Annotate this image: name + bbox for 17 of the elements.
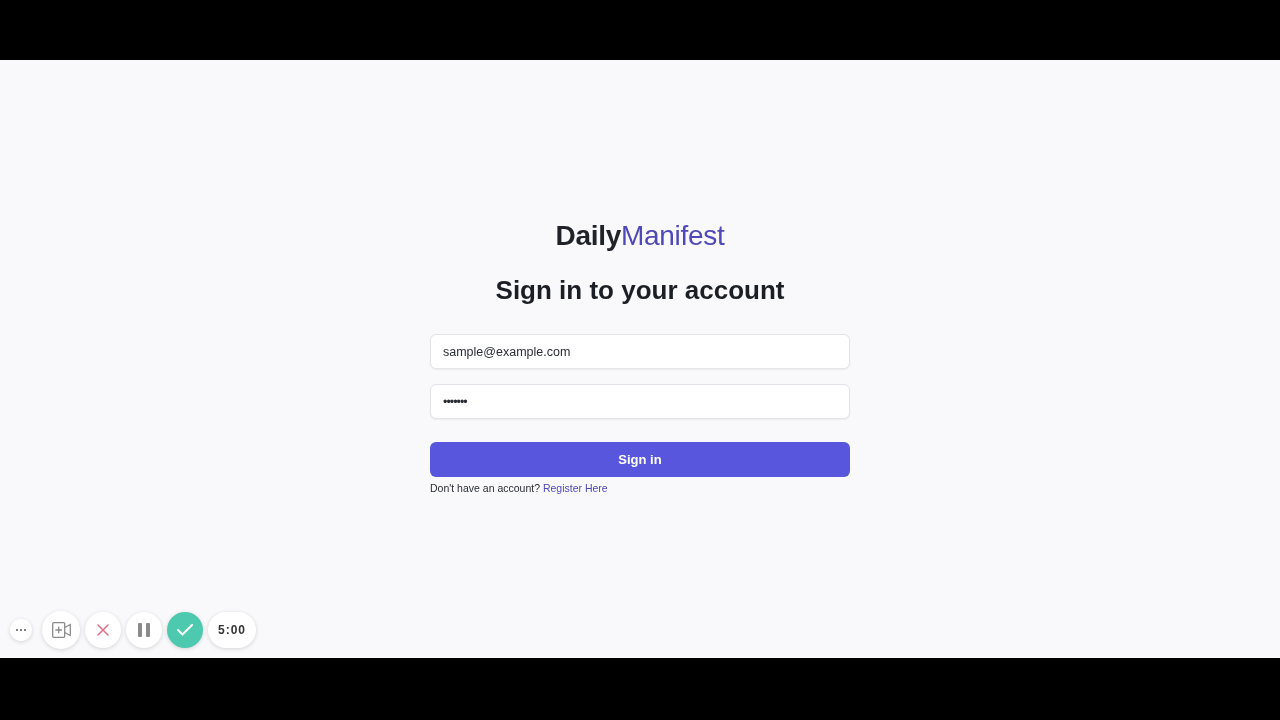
cancel-button[interactable] [85, 612, 121, 648]
sign-in-button[interactable]: Sign in [430, 442, 850, 477]
pause-button[interactable] [126, 612, 162, 648]
close-icon [97, 624, 109, 636]
register-link[interactable]: Register Here [542, 482, 608, 494]
page-heading: Sign in to your account [495, 274, 785, 307]
password-field[interactable]: ••••••• [430, 384, 850, 419]
pause-icon [138, 623, 150, 637]
logo-text: DailyManifest [555, 219, 725, 253]
email-field[interactable]: sample@example.com [430, 334, 850, 369]
add-video-button[interactable] [42, 611, 80, 649]
video-plus-icon [51, 622, 71, 638]
done-button[interactable] [167, 612, 203, 648]
recording-timer: 5:00 [208, 612, 257, 648]
check-icon [177, 624, 193, 636]
more-button[interactable] [10, 619, 32, 641]
register-prompt: Don't have an account? Register Here [430, 481, 609, 495]
